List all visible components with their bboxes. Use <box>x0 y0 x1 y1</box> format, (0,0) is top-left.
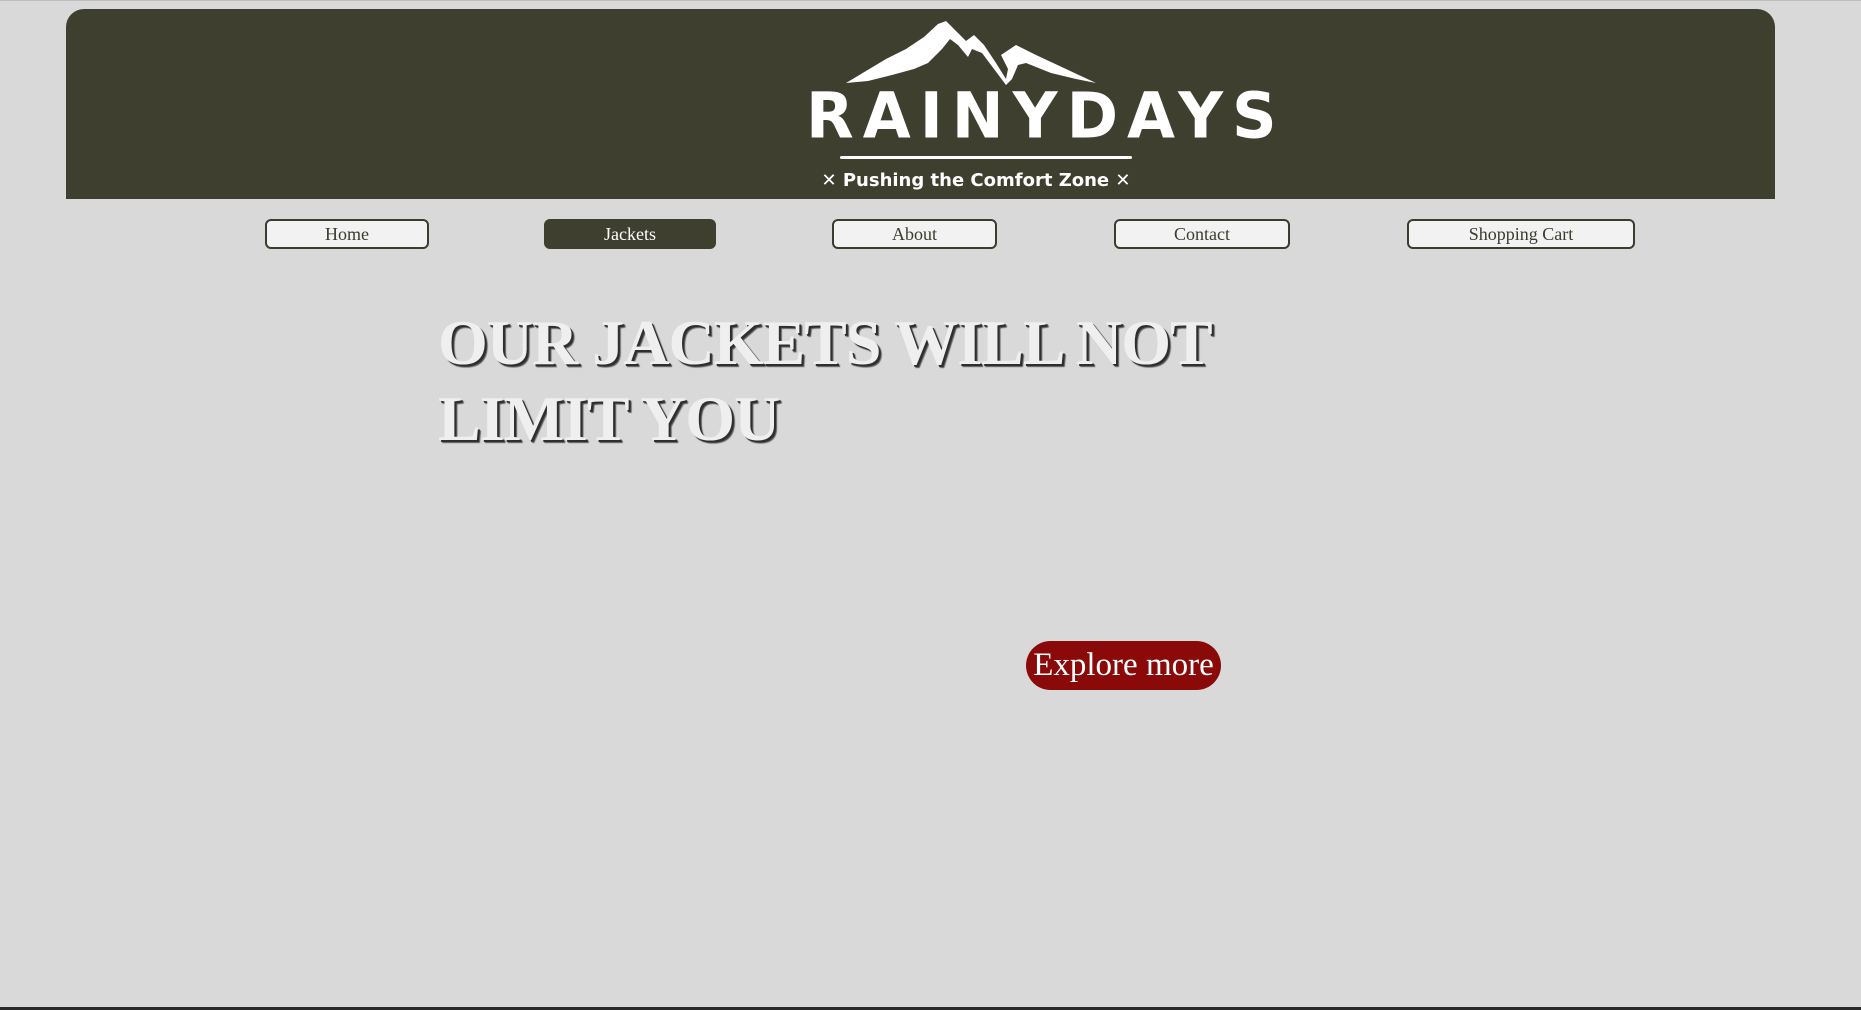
logo-underline <box>840 156 1132 159</box>
hero-title: OUR JACKETS WILL NOT LIMIT YOU <box>438 307 1212 454</box>
nav-about-button[interactable]: About <box>832 219 997 249</box>
site-header: RAINYDAYS ✕ Pushing the Comfort Zone ✕ <box>66 9 1775 199</box>
brand-tagline: ✕ Pushing the Comfort Zone ✕ <box>821 170 1131 191</box>
explore-more-button[interactable]: Explore more <box>1026 641 1221 690</box>
rainydays-logo[interactable]: RAINYDAYS ✕ Pushing the Comfort Zone ✕ <box>806 19 1286 199</box>
nav-contact-button[interactable]: Contact <box>1114 219 1290 249</box>
nav-shopping-cart-button[interactable]: Shopping Cart <box>1407 219 1635 249</box>
nav-home-button[interactable]: Home <box>265 219 429 249</box>
nav-jackets-button[interactable]: Jackets <box>544 219 716 249</box>
brand-name: RAINYDAYS <box>806 78 1286 153</box>
top-border <box>0 0 1861 1</box>
